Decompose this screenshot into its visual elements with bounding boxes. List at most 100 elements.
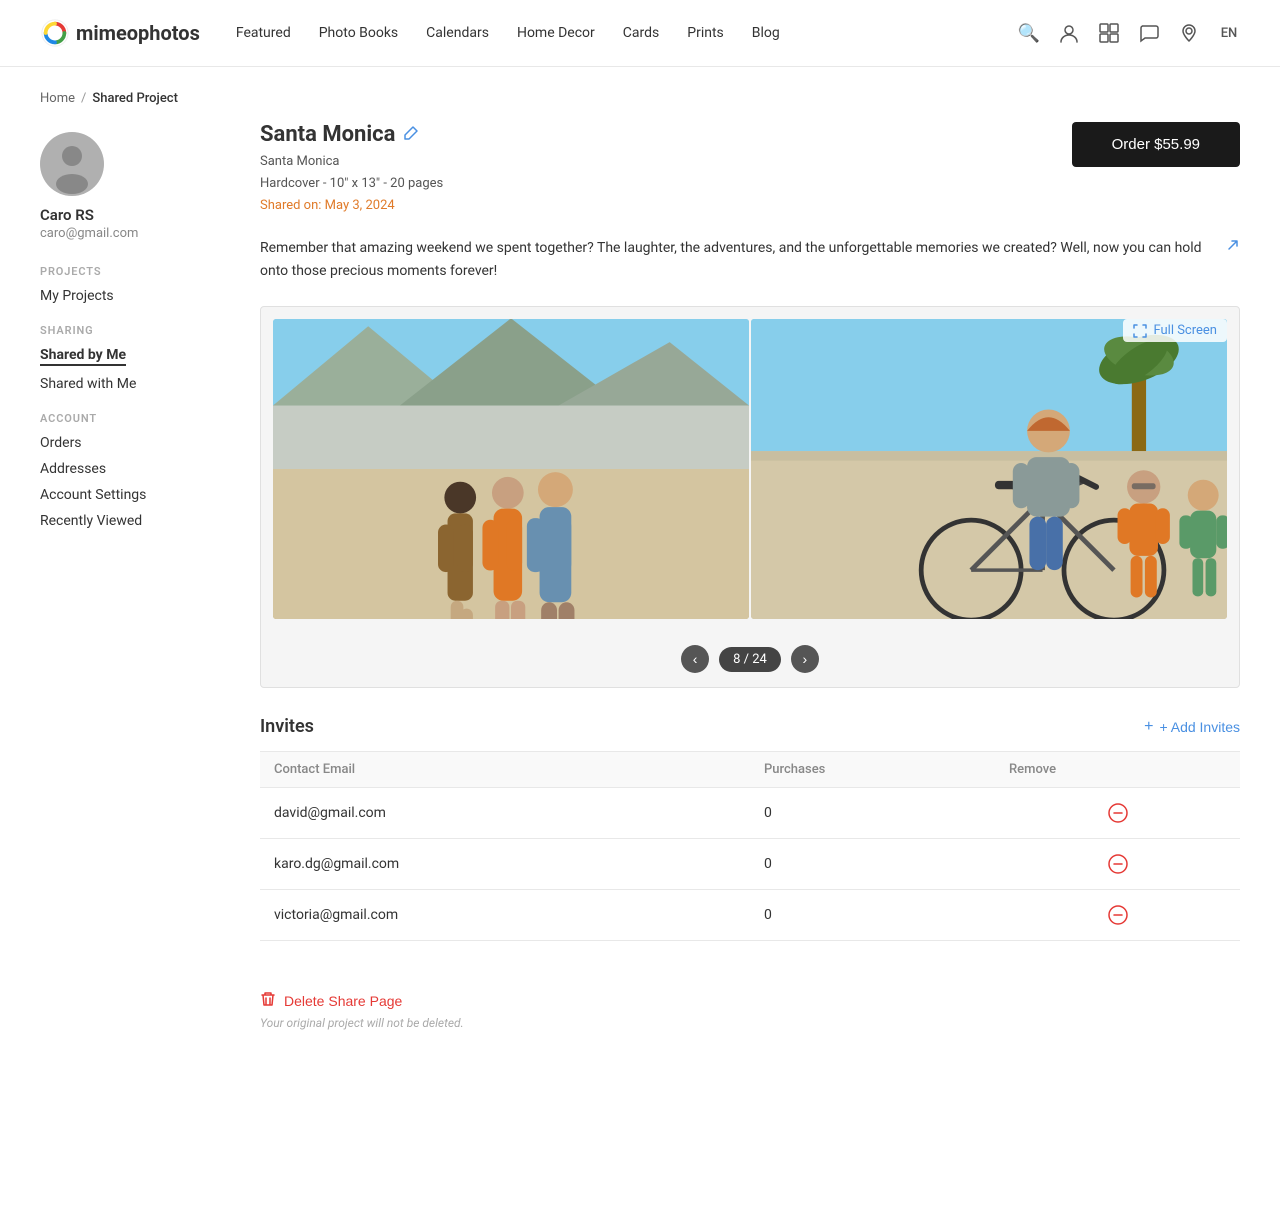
sidebar-item-recently-viewed[interactable]: Recently Viewed [40, 513, 220, 529]
page-display: 8 / 24 [733, 652, 767, 667]
breadcrumb-sep: / [81, 91, 86, 106]
description-text: Remember that amazing weekend we spent t… [260, 237, 1220, 282]
sidebar-account-label: ACCOUNT [40, 412, 220, 425]
invite-remove-0 [995, 788, 1240, 839]
photo-viewer: Full Screen [260, 306, 1240, 688]
remove-button-0[interactable] [1009, 802, 1226, 824]
nav-photo-books[interactable]: Photo Books [319, 25, 398, 41]
user-email: caro@gmail.com [40, 226, 220, 241]
logo-text: mimeophotos [76, 21, 200, 45]
sidebar-account-group: ACCOUNT Orders Addresses Account Setting… [40, 412, 220, 529]
nav-featured[interactable]: Featured [236, 25, 291, 41]
beach-photo-svg [273, 319, 749, 619]
fullscreen-button[interactable]: Full Screen [1123, 319, 1227, 342]
table-header-row: Contact Email Purchases Remove [260, 752, 1240, 788]
invites-table: Contact Email Purchases Remove david@gma… [260, 751, 1240, 941]
navbar: mimeophotos Featured Photo Books Calenda… [0, 0, 1280, 67]
breadcrumb-home[interactable]: Home [40, 91, 75, 106]
sidebar-sharing-label: SHARING [40, 324, 220, 337]
shared-date-value: May 3, 2024 [325, 198, 395, 213]
remove-button-2[interactable] [1009, 904, 1226, 926]
prev-arrow-icon: ‹ [693, 651, 698, 667]
invite-email-2: victoria@gmail.com [260, 890, 750, 941]
project-header: Santa Monica Santa Monica Hardcover - 10… [260, 122, 1240, 217]
invites-title: Invites [260, 716, 314, 737]
user-name: Caro RS [40, 206, 220, 224]
search-icon[interactable]: 🔍 [1018, 22, 1040, 44]
avatar [40, 132, 104, 196]
project-shared-date: Shared on: May 3, 2024 [260, 195, 443, 217]
sidebar-projects-label: PROJECTS [40, 265, 220, 278]
nav-cards[interactable]: Cards [623, 25, 659, 41]
edit-icon[interactable] [403, 125, 419, 145]
invites-header: Invites + + Add Invites [260, 716, 1240, 737]
table-row: victoria@gmail.com 0 [260, 890, 1240, 941]
invite-purchases-1: 0 [750, 839, 995, 890]
delete-label: Delete Share Page [284, 993, 402, 1009]
breadcrumb-current: Shared Project [92, 91, 178, 106]
project-meta: Santa Monica Hardcover - 10" x 13" - 20 … [260, 151, 443, 217]
user-icon[interactable] [1058, 22, 1080, 44]
sidebar-item-shared-with-me[interactable]: Shared with Me [40, 376, 220, 392]
nav-prints[interactable]: Prints [687, 25, 724, 41]
grid-icon[interactable] [1098, 22, 1120, 44]
nav-home-decor[interactable]: Home Decor [517, 25, 595, 41]
photo-left [273, 319, 749, 619]
col-header-email: Contact Email [260, 752, 750, 788]
logo-icon [40, 18, 70, 48]
invite-email-1: karo.dg@gmail.com [260, 839, 750, 890]
description-link-icon[interactable] [1226, 237, 1240, 259]
next-arrow-icon: › [803, 651, 808, 667]
remove-button-1[interactable] [1009, 853, 1226, 875]
fullscreen-label: Full Screen [1153, 323, 1217, 338]
breadcrumb: Home / Shared Project [0, 67, 1280, 122]
order-button[interactable]: Order $55.99 [1072, 122, 1240, 167]
add-invites-label: + Add Invites [1159, 719, 1240, 735]
chat-icon[interactable] [1138, 22, 1160, 44]
plus-icon: + [1144, 718, 1153, 736]
sidebar-sharing-group: SHARING Shared by Me Shared with Me [40, 324, 220, 392]
sidebar-item-addresses[interactable]: Addresses [40, 461, 220, 477]
navbar-right: 🔍 EN [1018, 22, 1240, 44]
invites-section: Invites + + Add Invites Contact Email Pu… [260, 716, 1240, 941]
prev-photo-button[interactable]: ‹ [681, 645, 709, 673]
delete-button[interactable]: Delete Share Page [260, 991, 402, 1010]
invite-purchases-2: 0 [750, 890, 995, 941]
sidebar-item-my-projects[interactable]: My Projects [40, 288, 220, 304]
shared-label: Shared on: [260, 198, 321, 213]
logo[interactable]: mimeophotos [40, 18, 200, 48]
location-icon[interactable] [1178, 22, 1200, 44]
fullscreen-icon [1133, 324, 1147, 338]
sidebar-item-shared-by-me[interactable]: Shared by Me [40, 347, 126, 366]
lang-label[interactable]: EN [1218, 22, 1240, 44]
project-title-text: Santa Monica [260, 122, 395, 147]
project-title-area: Santa Monica Santa Monica Hardcover - 10… [260, 122, 443, 217]
nav-links: Featured Photo Books Calendars Home Deco… [236, 25, 780, 41]
sidebar-projects-group: PROJECTS My Projects [40, 265, 220, 304]
cycling-photo-svg [751, 319, 1227, 619]
main-content: Santa Monica Santa Monica Hardcover - 10… [260, 122, 1240, 1090]
add-invites-button[interactable]: + + Add Invites [1144, 718, 1240, 736]
sidebar-item-orders[interactable]: Orders [40, 435, 220, 451]
sidebar: Caro RS caro@gmail.com PROJECTS My Proje… [40, 122, 220, 1090]
sidebar-item-account-settings[interactable]: Account Settings [40, 487, 220, 503]
photo-nav: ‹ 8 / 24 › [261, 631, 1239, 687]
photo-grid [261, 307, 1239, 631]
delete-section: Delete Share Page Your original project … [260, 991, 1240, 1030]
delete-note: Your original project will not be delete… [260, 1016, 1240, 1030]
navbar-left: mimeophotos Featured Photo Books Calenda… [40, 18, 780, 48]
nav-calendars[interactable]: Calendars [426, 25, 489, 41]
project-description: Remember that amazing weekend we spent t… [260, 237, 1240, 282]
nav-blog[interactable]: Blog [752, 25, 780, 41]
project-subtitle: Santa Monica [260, 151, 443, 173]
invite-purchases-0: 0 [750, 788, 995, 839]
invite-remove-2 [995, 890, 1240, 941]
invites-table-body: david@gmail.com 0 karo.dg@gmail.com 0 [260, 788, 1240, 941]
table-row: karo.dg@gmail.com 0 [260, 839, 1240, 890]
page-indicator: 8 / 24 [719, 647, 781, 672]
project-title: Santa Monica [260, 122, 443, 147]
page-layout: Caro RS caro@gmail.com PROJECTS My Proje… [0, 122, 1280, 1090]
invite-remove-1 [995, 839, 1240, 890]
col-header-remove: Remove [995, 752, 1240, 788]
next-photo-button[interactable]: › [791, 645, 819, 673]
